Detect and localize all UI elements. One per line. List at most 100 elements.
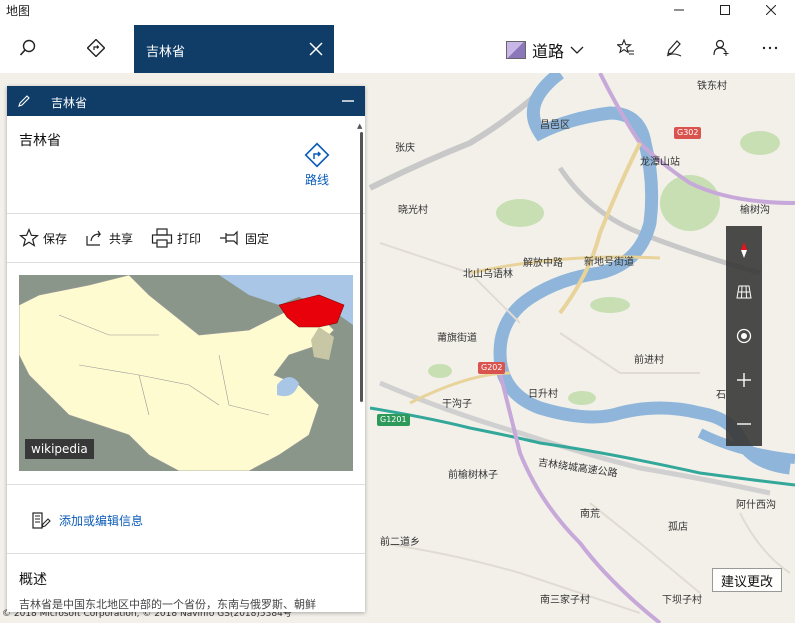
place-card-title: 吉林省 (51, 96, 88, 110)
map-label: 解放中路 (523, 258, 563, 269)
map-label: 昌邑区 (540, 120, 570, 131)
close-window-button[interactable] (748, 0, 794, 20)
divider (7, 213, 365, 214)
share-button[interactable]: 共享 (85, 228, 133, 248)
highway-shield: G202 (478, 362, 506, 374)
map-label: 前进村 (634, 355, 664, 366)
share-icon (86, 230, 102, 246)
action-bar: 保存 共享 打印 固定 (19, 224, 349, 252)
directions-icon (304, 142, 330, 168)
chevron-down-icon (570, 46, 584, 54)
map-label: 张庆 (395, 143, 415, 154)
overview-text: 吉林省是中国东北地区中部的一个省份，东南与俄罗斯、朝鲜 (19, 598, 316, 611)
map-label: 下坝子村 (662, 595, 702, 606)
share-contact-button[interactable] (704, 30, 740, 66)
overview-title: 概述 (19, 572, 47, 588)
map-label: 新地号街道 (584, 257, 634, 268)
map-label: 孤店 (668, 522, 688, 533)
map-label: 南荒 (580, 509, 600, 520)
location-icon (736, 328, 752, 344)
map-style-dropdown[interactable]: 道路 (506, 37, 584, 63)
add-edit-info-link[interactable]: 添加或编辑信息 (31, 510, 143, 530)
map-label: 榆树沟 (740, 205, 770, 216)
divider (7, 553, 365, 554)
map-label: 日升村 (528, 389, 558, 400)
map-label: 北山乌语林 (463, 269, 513, 280)
map-label: 龙潭山站 (640, 157, 680, 168)
zoom-out-button[interactable] (726, 404, 762, 444)
add-person-icon (713, 39, 729, 56)
map-style-label: 道路 (532, 42, 565, 61)
printer-icon (151, 228, 173, 248)
map-label: 前榆树林子 (448, 470, 498, 481)
collapse-card-button[interactable] (339, 92, 357, 110)
map-label: 莆旗街道 (437, 333, 477, 344)
print-button[interactable]: 打印 (151, 228, 201, 248)
toolbar: 吉林省 道路 (0, 20, 795, 73)
my-location-button[interactable] (726, 316, 762, 356)
map-label: 铁东村 (697, 81, 727, 92)
map-label: 晓光村 (398, 205, 428, 216)
minimize-button[interactable] (656, 0, 702, 20)
scroll-up-arrow[interactable]: ▲ (357, 122, 362, 130)
map-label: 南三家子村 (540, 595, 590, 606)
pin-icon (220, 230, 238, 246)
map-controls (726, 226, 762, 446)
search-icon (19, 39, 36, 56)
tilt-button[interactable] (726, 272, 762, 312)
save-label: 保存 (43, 231, 68, 246)
search-button[interactable] (10, 30, 46, 66)
print-label: 打印 (177, 231, 202, 246)
plus-icon (737, 373, 751, 387)
place-card-header: 吉林省 (7, 86, 365, 116)
highway-shield: G1201 (377, 414, 410, 426)
suggest-change-button[interactable]: 建议更改 (712, 568, 782, 592)
pin-button[interactable]: 固定 (219, 228, 269, 248)
save-button[interactable]: 保存 (19, 228, 67, 248)
route-button[interactable]: 路线 (297, 142, 337, 190)
building-edit-icon (32, 512, 51, 529)
star-list-icon (617, 39, 634, 55)
map-label: 前二道乡 (380, 537, 420, 548)
route-label: 路线 (304, 173, 329, 187)
place-name: 吉林省 (19, 133, 61, 149)
place-card: 吉林省 吉林省 路线 保存 共享 打印 固定 wikipedia 添加或编辑信息… (7, 86, 365, 612)
title-bar: 地图 (0, 0, 795, 20)
favorites-button[interactable] (608, 30, 644, 66)
minimize-icon (674, 9, 684, 11)
ink-button[interactable] (656, 30, 692, 66)
pen-icon (666, 40, 682, 57)
map-label: 阿什西沟 (736, 500, 776, 511)
minus-icon (737, 423, 751, 425)
divider (7, 262, 365, 263)
place-image[interactable]: wikipedia (19, 275, 353, 471)
map-label: 干沟子 (442, 399, 472, 410)
share-label: 共享 (109, 231, 134, 246)
maximize-icon (720, 5, 730, 15)
search-tab[interactable]: 吉林省 (134, 25, 334, 73)
directions-icon (87, 39, 105, 57)
map-label: 石 (716, 390, 726, 401)
close-icon (766, 5, 776, 15)
clear-search-button[interactable] (304, 37, 328, 61)
close-icon (309, 42, 323, 56)
more-icon (762, 46, 778, 50)
grid-3d-icon (736, 285, 752, 299)
road-style-icon (506, 41, 526, 59)
maximize-button[interactable] (702, 0, 748, 20)
pin-label: 固定 (245, 231, 270, 246)
compass-icon (741, 242, 747, 258)
scrollbar-thumb[interactable] (360, 132, 363, 402)
zoom-in-button[interactable] (726, 360, 762, 400)
compass-button[interactable] (726, 230, 762, 270)
highway-shield: G302 (674, 127, 702, 139)
star-icon (19, 228, 39, 247)
directions-button[interactable] (78, 30, 114, 66)
divider (7, 484, 365, 485)
more-button[interactable] (752, 30, 788, 66)
search-tab-text: 吉林省 (146, 45, 186, 60)
window-title: 地图 (6, 4, 31, 18)
pencil-icon[interactable] (17, 94, 31, 108)
image-source-tag[interactable]: wikipedia (25, 439, 94, 459)
add-edit-info-label: 添加或编辑信息 (59, 513, 144, 528)
